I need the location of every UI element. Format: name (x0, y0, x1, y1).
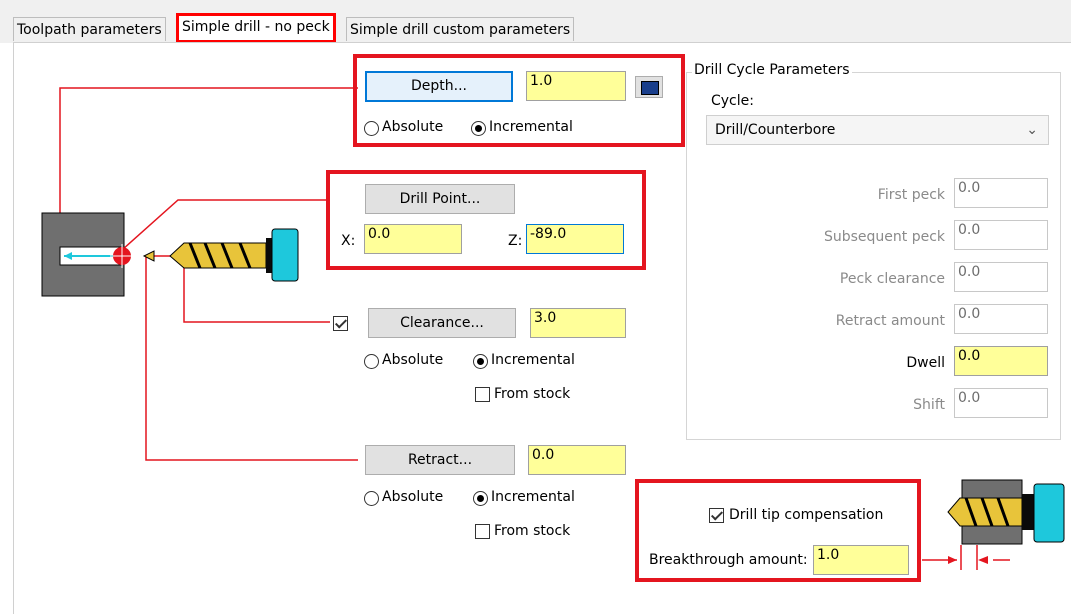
dwell-input[interactable]: 0.0 (954, 346, 1048, 376)
depth-incremental-label: Incremental (489, 119, 573, 135)
depth-input[interactable]: 1.0 (526, 71, 626, 101)
retract-leader-line (145, 256, 358, 461)
retract-incremental-label: Incremental (491, 489, 575, 505)
breakthrough-label: Breakthrough amount: (649, 552, 808, 568)
retract-absolute-radio[interactable] (364, 491, 379, 506)
first-peck-input[interactable]: 0.0 (954, 178, 1048, 208)
breakthrough-arrow-left (978, 556, 988, 564)
retract-incremental-radio[interactable] (473, 491, 488, 506)
drill-cycle-title: Drill Cycle Parameters (692, 62, 852, 78)
retract-from-stock-checkbox[interactable] (475, 524, 490, 539)
clearance-absolute-radio[interactable] (364, 354, 379, 369)
retract-amount-label: Retract amount (835, 313, 945, 329)
clearance-from-stock-checkbox[interactable] (475, 387, 490, 402)
drill-point-x-input[interactable]: 0.0 (364, 224, 462, 254)
subsequent-peck-input[interactable]: 0.0 (954, 220, 1048, 250)
drill-point-button[interactable]: Drill Point... (365, 184, 515, 214)
peck-clearance-input[interactable]: 0.0 (954, 262, 1048, 292)
clearance-from-stock-label: From stock (494, 386, 571, 402)
clearance-input[interactable]: 3.0 (530, 308, 626, 338)
breakthrough-arrow-right (948, 556, 957, 564)
clearance-incremental-label: Incremental (491, 352, 575, 368)
drill-point-z-input[interactable]: -89.0 (526, 224, 624, 254)
peck-clearance-label: Peck clearance (839, 271, 945, 287)
retract-button[interactable]: Retract... (365, 445, 515, 475)
clearance-absolute-label: Absolute (382, 352, 444, 368)
first-peck-label: First peck (877, 187, 945, 203)
drill-tip-compensation-label: Drill tip compensation (729, 507, 884, 523)
drill-tool-left (169, 228, 299, 282)
drill-tip-compensation-checkbox[interactable] (709, 508, 724, 523)
drill-tool-right (947, 479, 1065, 545)
cycle-select-value: Drill/Counterbore (715, 122, 836, 138)
shift-label: Shift (913, 397, 945, 413)
x-label: X: (341, 233, 356, 249)
z-label: Z: (508, 233, 523, 249)
depth-button[interactable]: Depth... (365, 71, 513, 102)
cycle-select[interactable]: Drill/Counterbore ⌄ (706, 115, 1049, 145)
retract-amount-input[interactable]: 0.0 (954, 304, 1048, 334)
subsequent-peck-label: Subsequent peck (823, 229, 945, 245)
retract-absolute-label: Absolute (382, 489, 444, 505)
depth-incremental-radio[interactable] (471, 121, 486, 136)
clearance-checkbox[interactable] (333, 316, 348, 331)
depth-absolute-label: Absolute (382, 119, 444, 135)
calculator-button[interactable] (635, 76, 663, 98)
dwell-label: Dwell (906, 355, 945, 371)
retract-from-stock-label: From stock (494, 523, 571, 539)
depth-absolute-radio[interactable] (364, 121, 379, 136)
chevron-down-icon: ⌄ (1026, 122, 1038, 138)
retract-input[interactable]: 0.0 (528, 445, 626, 475)
shift-input[interactable]: 0.0 (954, 388, 1048, 418)
cycle-label: Cycle: (711, 93, 754, 109)
calculator-icon (641, 81, 659, 95)
breakthrough-input[interactable]: 1.0 (813, 545, 909, 575)
clearance-incremental-radio[interactable] (473, 354, 488, 369)
clearance-button[interactable]: Clearance... (368, 308, 516, 338)
